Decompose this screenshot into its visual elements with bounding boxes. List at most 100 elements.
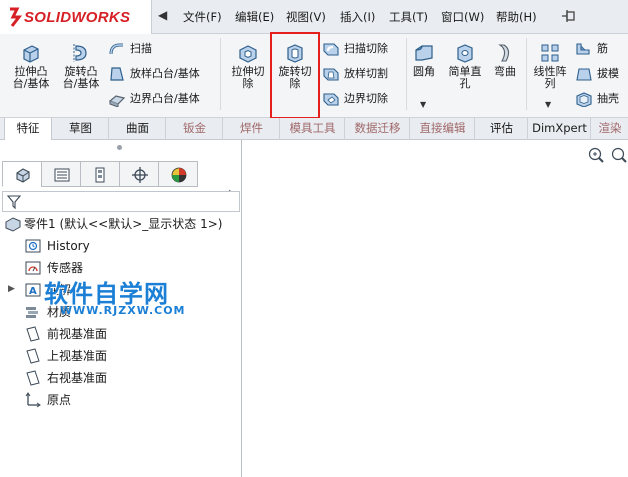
app-logo[interactable]: SOLIDWORKS — [0, 0, 152, 34]
tree-root-label: 零件1 (默认<<默认>_显示状态 1>) — [24, 217, 223, 231]
menu-view[interactable]: 视图(V) — [286, 9, 326, 25]
tab-evaluate[interactable]: 评估 — [476, 118, 528, 140]
tree-root-part[interactable]: 零件1 (默认<<默认>_显示状态 1>) — [2, 214, 240, 234]
menu-insert[interactable]: 插入(I) — [340, 9, 375, 25]
menu-help[interactable]: 帮助(H) — [496, 9, 537, 25]
draft-button[interactable]: 拔模 — [575, 65, 619, 83]
watermark-url: WWW.RJZXW.COM — [60, 304, 186, 317]
tree-item-front-plane[interactable]: 前视基准面 — [22, 324, 222, 344]
sweep-button[interactable]: 扫描 — [108, 40, 152, 58]
expand-annotations-icon[interactable]: ▶ — [8, 284, 15, 294]
extrude-boss-button[interactable]: 拉伸凸 台/基体 — [8, 42, 54, 90]
simple-hole-icon — [457, 44, 473, 63]
fillet-dropdown-icon[interactable]: ▼ — [420, 100, 426, 109]
extrude-boss-label: 拉伸凸 台/基体 — [12, 65, 50, 90]
revolve-boss-button[interactable]: 旋转凸 台/基体 — [58, 42, 104, 90]
shell-button[interactable]: 抽壳 — [575, 90, 619, 108]
menu-tools[interactable]: 工具(T) — [389, 9, 428, 25]
boundary-boss-label: 边界凸台/基体 — [130, 92, 200, 105]
shell-label: 抽壳 — [597, 92, 619, 105]
loft-cut-icon — [323, 68, 339, 81]
simple-hole-button[interactable]: 简单直 孔 — [443, 42, 487, 90]
rib-icon — [576, 43, 590, 55]
ribbon-separator — [220, 38, 221, 110]
graphics-area[interactable] — [243, 140, 628, 477]
draft-icon — [576, 68, 592, 81]
zoom-to-fit-icon[interactable] — [588, 147, 604, 163]
tree-item-label: 原点 — [47, 393, 72, 407]
ribbon-separator — [406, 38, 407, 110]
tab-sheet-metal[interactable]: 钣金 — [167, 118, 223, 140]
tree-item-label: 前视基准面 — [47, 327, 108, 341]
boundary-boss-button[interactable]: 边界凸台/基体 — [108, 90, 200, 108]
solidworks-logo-icon — [10, 7, 23, 27]
loft-cut-label: 放样切割 — [344, 67, 388, 80]
tab-dimxpert[interactable]: DimXpert — [529, 118, 591, 140]
sweep-cut-button[interactable]: 扫描切除 — [322, 40, 388, 58]
flex-icon — [498, 44, 510, 62]
tab-sketch[interactable]: 草图 — [53, 118, 109, 140]
tab-feature-manager[interactable] — [2, 161, 42, 187]
ribbon-separator — [526, 38, 527, 110]
tree-item-right-plane[interactable]: 右视基准面 — [22, 368, 222, 388]
menu-edit[interactable]: 编辑(E) — [235, 9, 274, 25]
tree-item-origin[interactable]: 原点 — [22, 390, 222, 410]
flex-label: 弯曲 — [494, 65, 516, 78]
loft-cut-button[interactable]: 放样切割 — [322, 65, 388, 83]
menu-expand-arrow-icon[interactable]: ◀ — [158, 8, 167, 22]
revolve-boss-icon — [73, 44, 87, 62]
simple-hole-label: 简单直 孔 — [448, 65, 482, 90]
plane-icon — [26, 370, 40, 386]
boundary-boss-icon — [108, 95, 126, 108]
tab-render[interactable]: 渲染 — [592, 118, 628, 140]
fillet-button[interactable]: 圆角 — [408, 42, 440, 78]
linear-pattern-dropdown-icon[interactable]: ▼ — [545, 100, 551, 109]
origin-icon — [25, 392, 41, 408]
plane-icon — [26, 326, 40, 342]
material-icon — [26, 307, 38, 318]
tab-features[interactable]: 特征 — [4, 118, 52, 141]
logo-text: SOLIDWORKS — [24, 9, 131, 26]
panel-tabs: › — [0, 161, 242, 201]
draft-label: 拔模 — [597, 67, 619, 80]
boundary-cut-button[interactable]: 边界切除 — [322, 90, 388, 108]
flex-button[interactable]: 弯曲 — [489, 42, 521, 78]
tab-surfaces[interactable]: 曲面 — [110, 118, 166, 140]
boundary-cut-icon — [323, 93, 339, 106]
tree-item-history[interactable]: History — [22, 236, 222, 256]
linear-pattern-label: 线性阵 列 — [533, 65, 567, 90]
menu-window[interactable]: 窗口(W) — [441, 9, 484, 25]
tab-direct-editing[interactable]: 直接编辑 — [411, 118, 475, 140]
tree-item-top-plane[interactable]: 上视基准面 — [22, 346, 222, 366]
menu-bar: SOLIDWORKS ◀ 文件(F) 编辑(E) 视图(V) 插入(I) 工具(… — [0, 0, 628, 34]
shell-icon — [576, 92, 592, 108]
zoom-to-area-icon[interactable] — [611, 147, 627, 163]
tab-display-manager[interactable] — [158, 161, 198, 187]
tab-configuration-manager[interactable] — [80, 161, 120, 187]
panel-grip-icon[interactable] — [117, 145, 122, 150]
tab-mold-tools[interactable]: 模具工具 — [281, 118, 345, 140]
history-icon — [25, 239, 41, 253]
tab-property-manager[interactable] — [41, 161, 81, 187]
pin-icon[interactable] — [560, 7, 578, 25]
crosshair-icon — [132, 167, 148, 183]
extrude-boss-icon — [23, 45, 39, 63]
tab-weldments[interactable]: 焊件 — [224, 118, 280, 140]
loft-boss-button[interactable]: 放样凸台/基体 — [108, 65, 200, 83]
rib-button[interactable]: 筋 — [575, 40, 608, 58]
extrude-cut-label: 拉伸切 除 — [231, 65, 265, 90]
rib-label: 筋 — [597, 42, 608, 55]
appearance-ball-icon — [171, 167, 187, 183]
tree-filter[interactable] — [2, 191, 240, 212]
property-manager-icon — [54, 168, 70, 182]
view-toolbar — [588, 147, 627, 163]
tab-dimxpert-manager[interactable] — [119, 161, 159, 187]
sweep-icon — [109, 43, 123, 55]
linear-pattern-button[interactable]: 线性阵 列 — [528, 42, 572, 90]
sensor-icon — [25, 261, 41, 275]
menu-file[interactable]: 文件(F) — [183, 9, 222, 25]
tab-data-migration[interactable]: 数据迁移 — [346, 118, 410, 140]
loft-boss-icon — [110, 67, 124, 81]
extrude-cut-button[interactable]: 拉伸切 除 — [226, 42, 270, 90]
fillet-icon — [415, 45, 433, 61]
